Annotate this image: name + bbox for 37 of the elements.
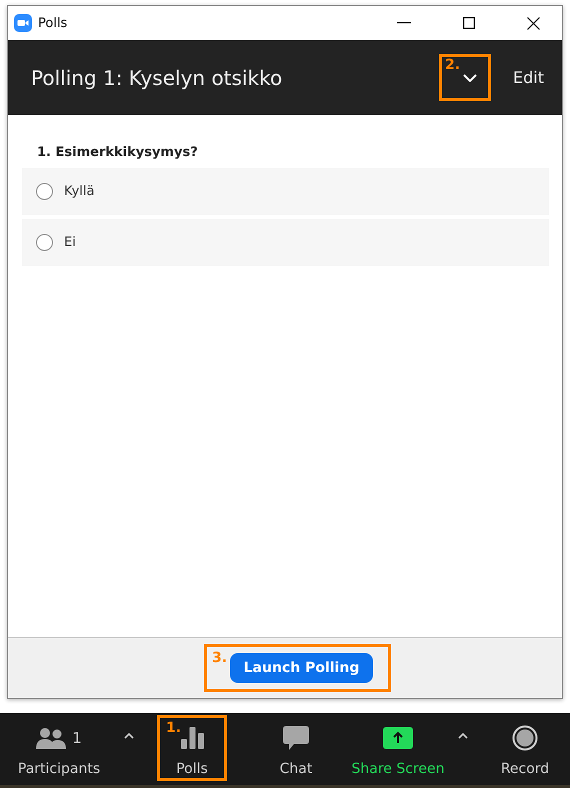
- callout-number: 1.: [166, 720, 182, 736]
- close-icon[interactable]: [527, 16, 540, 30]
- toolbar-button[interactable]: Polls 1.: [157, 713, 227, 785]
- caret-up-icon[interactable]: [458, 733, 468, 740]
- bar-chart-icon: [180, 727, 204, 749]
- callout-number: 3.: [212, 650, 228, 666]
- edit-link[interactable]: Edit: [513, 68, 544, 87]
- poll-title: Polling 1: Kyselyn otsikko: [31, 66, 282, 90]
- toolbar-button[interactable]: 1 Participants: [4, 713, 138, 785]
- minimize-icon[interactable]: [397, 22, 411, 24]
- answer-option[interactable]: Kyllä: [22, 168, 549, 215]
- caret-up-icon[interactable]: [124, 733, 134, 740]
- maximize-icon[interactable]: [463, 17, 475, 29]
- toolbar-label: Record: [500, 761, 550, 777]
- toolbar-button[interactable]: Record: [490, 713, 560, 785]
- chevron-down-icon[interactable]: [463, 74, 478, 82]
- share-screen-icon: [383, 727, 413, 749]
- record-icon: [512, 725, 538, 751]
- radio-button[interactable]: [36, 234, 53, 251]
- option-label: Kyllä: [64, 184, 94, 199]
- window-title: Polls: [38, 16, 68, 30]
- option-label: Ei: [64, 235, 76, 250]
- callout-number: 2.: [445, 57, 460, 73]
- toolbar-label: Participants: [18, 761, 100, 777]
- radio-button[interactable]: [36, 183, 53, 200]
- toolbar-button[interactable]: Chat: [266, 713, 326, 785]
- people-icon: [36, 727, 66, 749]
- question-text: 1. Esimerkkikysymys?: [37, 145, 199, 160]
- participant-count: 1: [72, 729, 82, 747]
- launch-polling-button[interactable]: Launch Polling: [230, 653, 374, 684]
- camera-icon: [14, 14, 32, 32]
- toolbar-button[interactable]: Share Screen: [348, 713, 472, 785]
- toolbar-label: Chat: [280, 761, 312, 777]
- toolbar-label: Polls: [176, 761, 208, 777]
- speech-bubble-icon: [283, 726, 309, 750]
- answer-option[interactable]: Ei: [22, 219, 549, 266]
- toolbar-label: Share Screen: [352, 761, 444, 777]
